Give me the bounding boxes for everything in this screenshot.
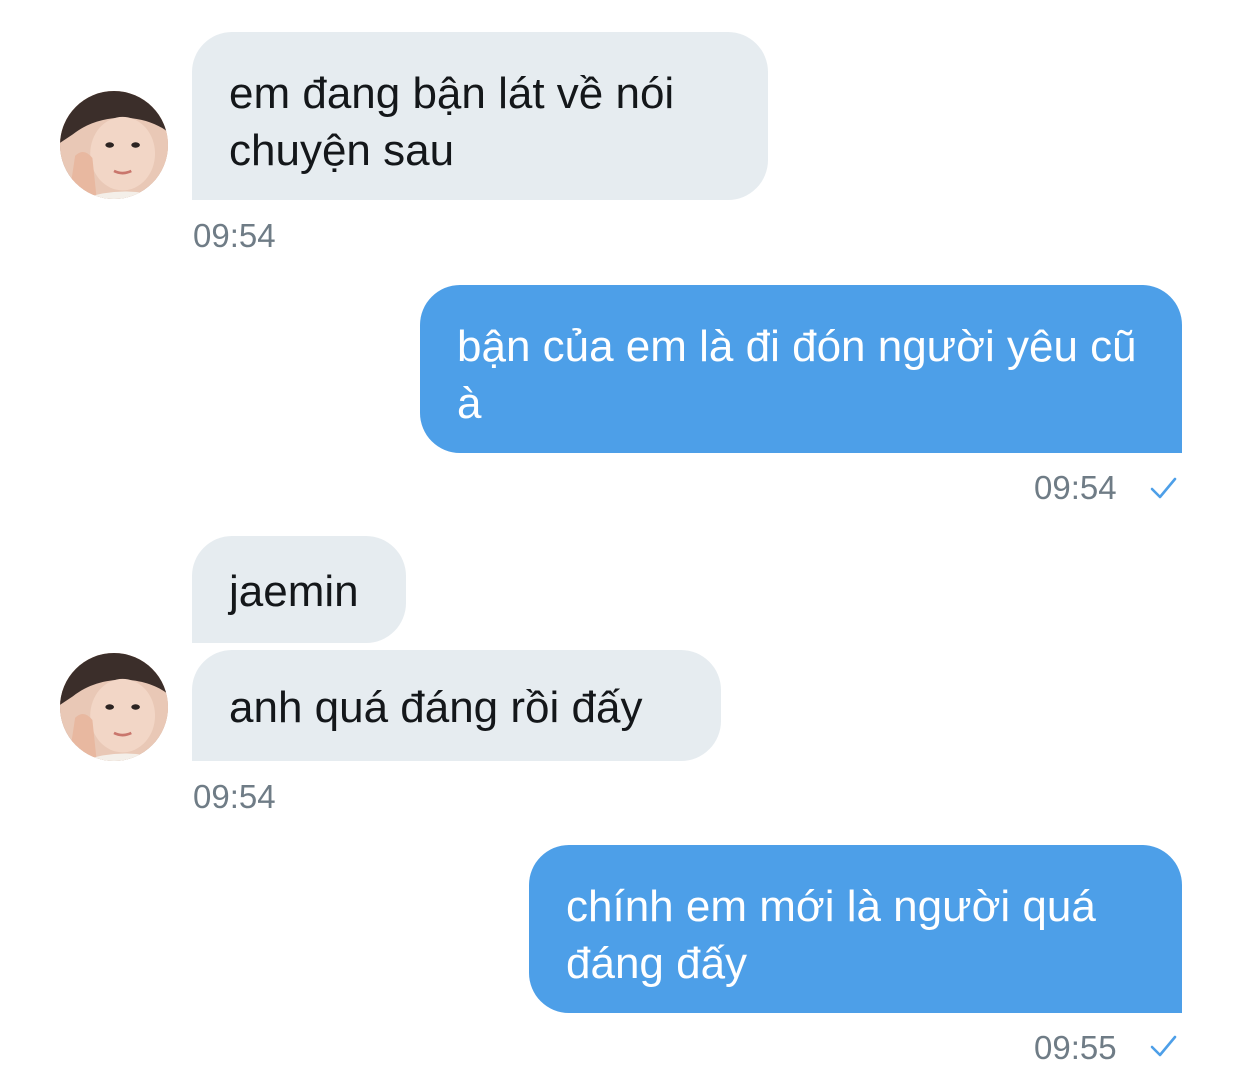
message-text: chính em mới là người quá đáng đấy — [566, 882, 1096, 988]
message-text: em đang bận lát về nói chuyện sau — [229, 69, 675, 175]
message-bubble-received[interactable]: anh quá đáng rồi đấy — [192, 650, 721, 761]
message-bubble-received[interactable]: jaemin — [192, 536, 406, 643]
message-text: jaemin — [229, 567, 359, 616]
message-timestamp: 09:54 — [193, 778, 276, 815]
avatar-image — [60, 91, 168, 199]
message-timestamp: 09:54 — [193, 217, 276, 254]
message-bubble-received[interactable]: em đang bận lát về nói chuyện sau — [192, 32, 768, 200]
check-icon — [1148, 473, 1178, 503]
message-bubble-sent[interactable]: chính em mới là người quá đáng đấy — [529, 845, 1182, 1013]
avatar-image — [60, 653, 168, 761]
message-text: anh quá đáng rồi đấy — [229, 683, 643, 732]
contact-avatar[interactable] — [60, 653, 168, 761]
message-text: bận của em là đi đón người yêu cũ à — [457, 322, 1137, 428]
message-timestamp: 09:54 — [1034, 469, 1117, 506]
message-bubble-sent[interactable]: bận của em là đi đón người yêu cũ à — [420, 285, 1182, 453]
check-icon — [1148, 1031, 1178, 1061]
contact-avatar[interactable] — [60, 91, 168, 199]
